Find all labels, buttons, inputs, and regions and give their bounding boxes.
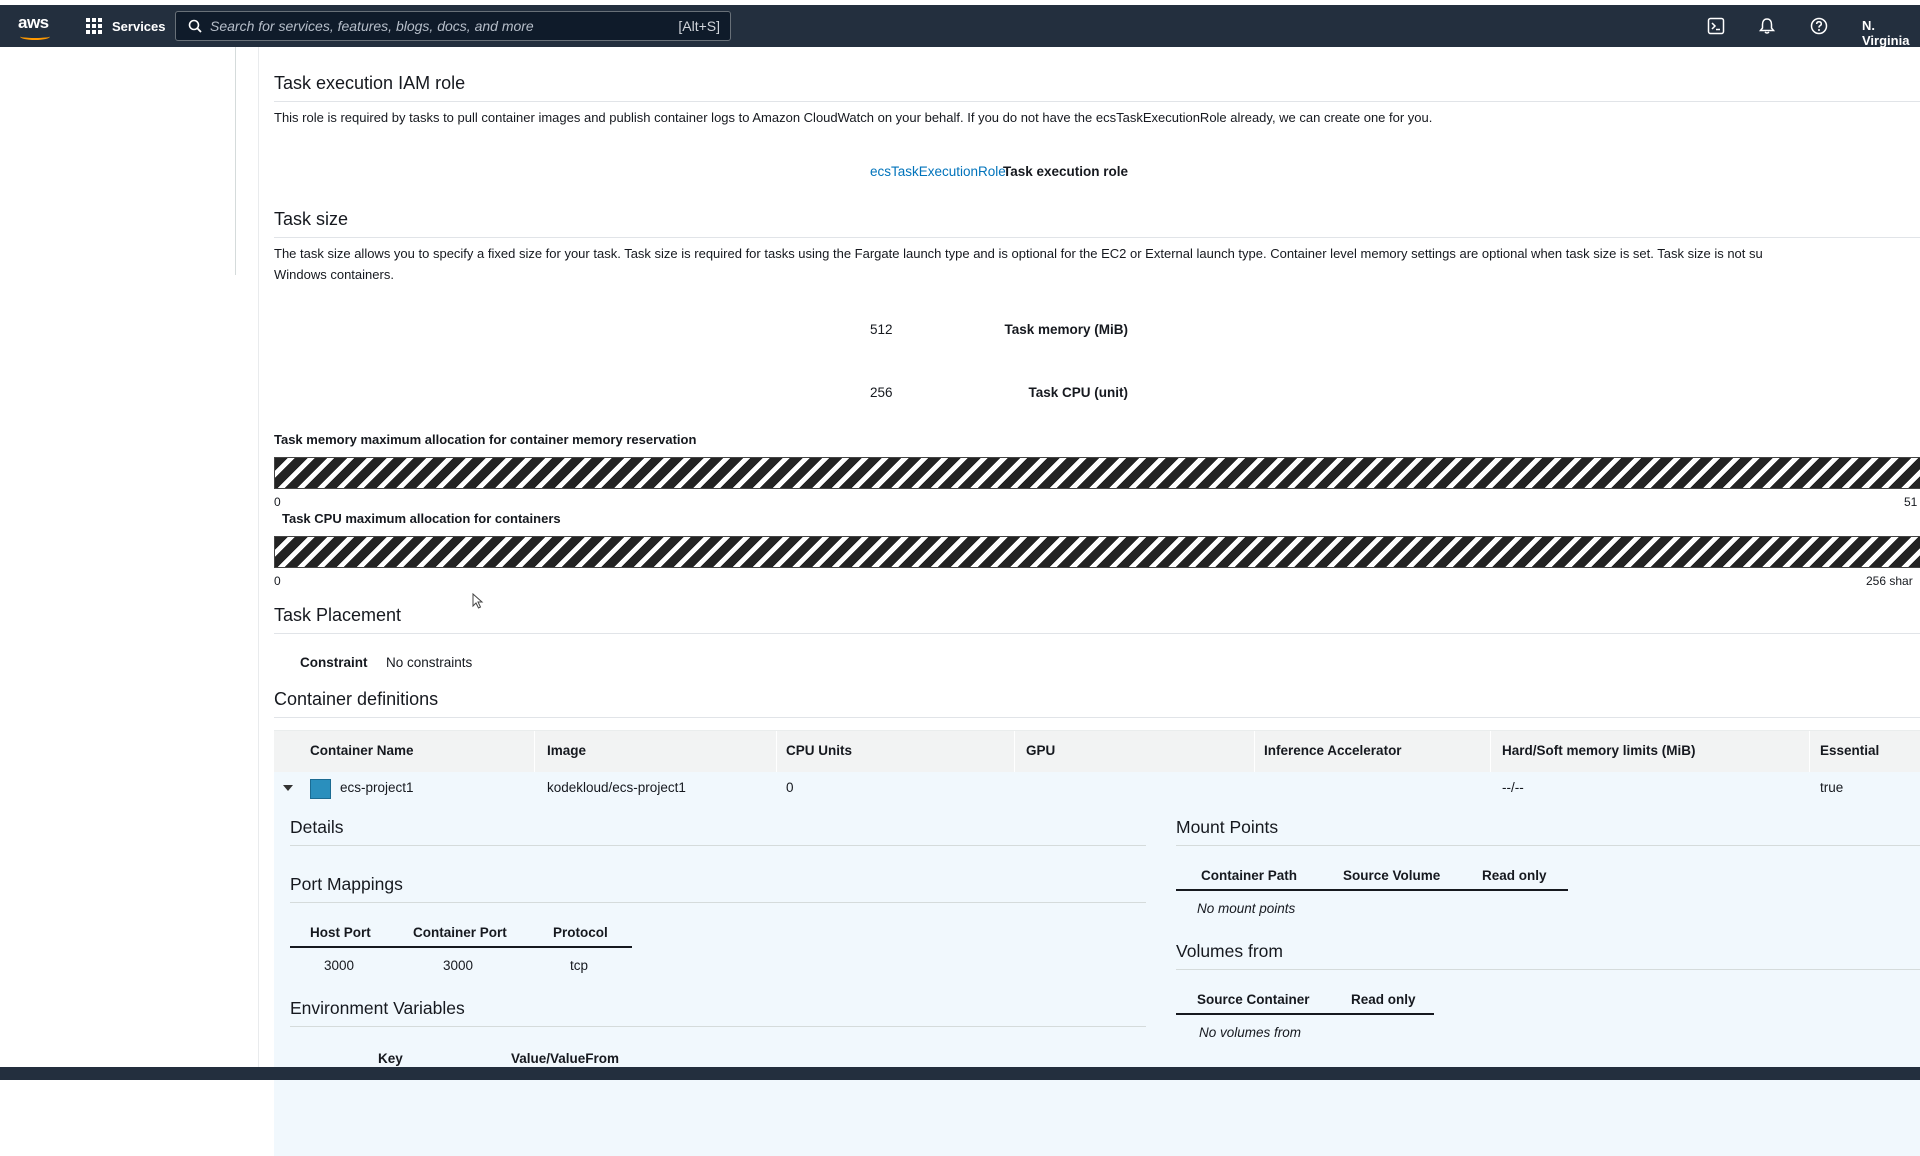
container-details-panel: Details Port Mappings Host Port Containe…	[274, 806, 1920, 1156]
cpu-units-cell: 0	[786, 780, 794, 795]
th-memory-limits[interactable]: Hard/Soft memory limits (MiB)	[1502, 743, 1696, 758]
host-port-cell: 3000	[324, 958, 355, 973]
task-execution-role-link[interactable]: ecsTaskExecutionRole	[870, 164, 1006, 179]
environment-variables-title: Environment Variables	[290, 998, 465, 1018]
th-image[interactable]: Image	[547, 743, 586, 758]
th-source-volume: Source Volume	[1343, 868, 1441, 883]
table-row[interactable]: ecs-project1 kodekloud/ecs-project1 0 --…	[274, 772, 1920, 806]
aws-logo-text: aws	[18, 13, 49, 32]
th-gpu[interactable]: GPU	[1026, 743, 1055, 758]
th-cpu-units[interactable]: CPU Units	[786, 743, 852, 758]
task-size-description-line1: The task size allows you to specify a fi…	[274, 246, 1763, 261]
help-icon[interactable]	[1810, 17, 1828, 35]
task-size-description-line2: Windows containers.	[274, 267, 394, 282]
bell-icon[interactable]	[1758, 17, 1776, 35]
cpu-allocation-bar	[274, 536, 1920, 568]
task-size-divider	[274, 237, 1920, 238]
cpu-allocation-title: Task CPU maximum allocation for containe…	[282, 511, 561, 526]
port-mappings-title: Port Mappings	[290, 874, 403, 894]
th-essential[interactable]: Essential	[1820, 743, 1879, 758]
mount-points-empty: No mount points	[1197, 901, 1296, 916]
iam-section-title: Task execution IAM role	[274, 73, 466, 93]
mouse-cursor-icon	[472, 593, 484, 609]
task-placement-title: Task Placement	[274, 605, 402, 625]
caret-down-icon[interactable]	[283, 785, 293, 791]
iam-description: This role is required by tasks to pull c…	[274, 110, 1433, 125]
memory-allocation-bar	[274, 457, 1920, 489]
essential-cell: true	[1820, 780, 1844, 795]
memory-allocation-min: 0	[274, 495, 281, 509]
footer-bar	[0, 1067, 1920, 1080]
content-border	[258, 47, 259, 1067]
cpu-allocation-max: 256 shar	[1866, 574, 1913, 588]
services-menu-button[interactable]: Services	[86, 15, 166, 37]
constraint-label: Constraint	[300, 655, 368, 670]
mount-points-title: Mount Points	[1176, 817, 1279, 837]
th-container-name[interactable]: Container Name	[310, 743, 414, 758]
aws-logo[interactable]: aws	[18, 13, 52, 41]
th-key: Key	[378, 1051, 403, 1066]
volumes-from-title: Volumes from	[1176, 941, 1283, 961]
iam-divider	[274, 101, 1920, 102]
task-cpu-label: Task CPU (unit)	[1028, 385, 1128, 400]
protocol-cell: tcp	[570, 958, 589, 973]
memory-allocation-title: Task memory maximum allocation for conta…	[274, 432, 697, 447]
container-icon	[310, 779, 331, 799]
task-placement-divider	[274, 633, 1920, 634]
search-shortcut: [Alt+S]	[678, 18, 720, 34]
th-source-container: Source Container	[1197, 992, 1310, 1007]
th-inference-accelerator[interactable]: Inference Accelerator	[1264, 743, 1402, 758]
container-definitions-title: Container definitions	[274, 689, 439, 709]
search-bar[interactable]: [Alt+S]	[175, 11, 731, 41]
th-container-path: Container Path	[1201, 868, 1298, 883]
container-definitions-divider	[274, 717, 1920, 718]
constraint-value: No constraints	[386, 655, 473, 670]
task-cpu-value: 256	[870, 385, 893, 400]
details-title: Details	[290, 817, 344, 837]
region-selector[interactable]: N. Virginia	[1862, 18, 1920, 48]
grid-icon	[86, 17, 103, 35]
aws-smile-icon	[20, 33, 50, 40]
th-container-port: Container Port	[413, 925, 507, 940]
table-header: Container Name Image CPU Units GPU Infer…	[274, 730, 1920, 773]
memory-limits-cell: --/--	[1502, 780, 1524, 795]
th-read-only: Read only	[1482, 868, 1547, 883]
task-size-title: Task size	[274, 209, 349, 229]
cloudshell-icon[interactable]	[1707, 17, 1725, 35]
services-label: Services	[112, 18, 166, 34]
container-port-cell: 3000	[443, 958, 474, 973]
cpu-allocation-min: 0	[274, 574, 281, 588]
container-name-cell[interactable]: ecs-project1	[340, 780, 414, 795]
sidebar	[0, 47, 236, 275]
search-icon	[188, 19, 202, 33]
th-volumes-read-only: Read only	[1351, 992, 1416, 1007]
task-memory-value: 512	[870, 322, 893, 337]
volumes-from-empty: No volumes from	[1199, 1025, 1302, 1040]
memory-allocation-max: 51	[1904, 495, 1918, 509]
main-content: Task execution IAM role This role is req…	[274, 47, 1920, 1156]
image-cell: kodekloud/ecs-project1	[547, 780, 686, 795]
search-input[interactable]	[210, 18, 679, 34]
top-navigation: aws Services [Alt+S] N. Virginia	[0, 5, 1920, 48]
th-protocol: Protocol	[553, 925, 608, 940]
task-memory-label: Task memory (MiB)	[1004, 322, 1128, 337]
th-host-port: Host Port	[310, 925, 371, 940]
th-value-valuefrom: Value/ValueFrom	[511, 1051, 620, 1066]
